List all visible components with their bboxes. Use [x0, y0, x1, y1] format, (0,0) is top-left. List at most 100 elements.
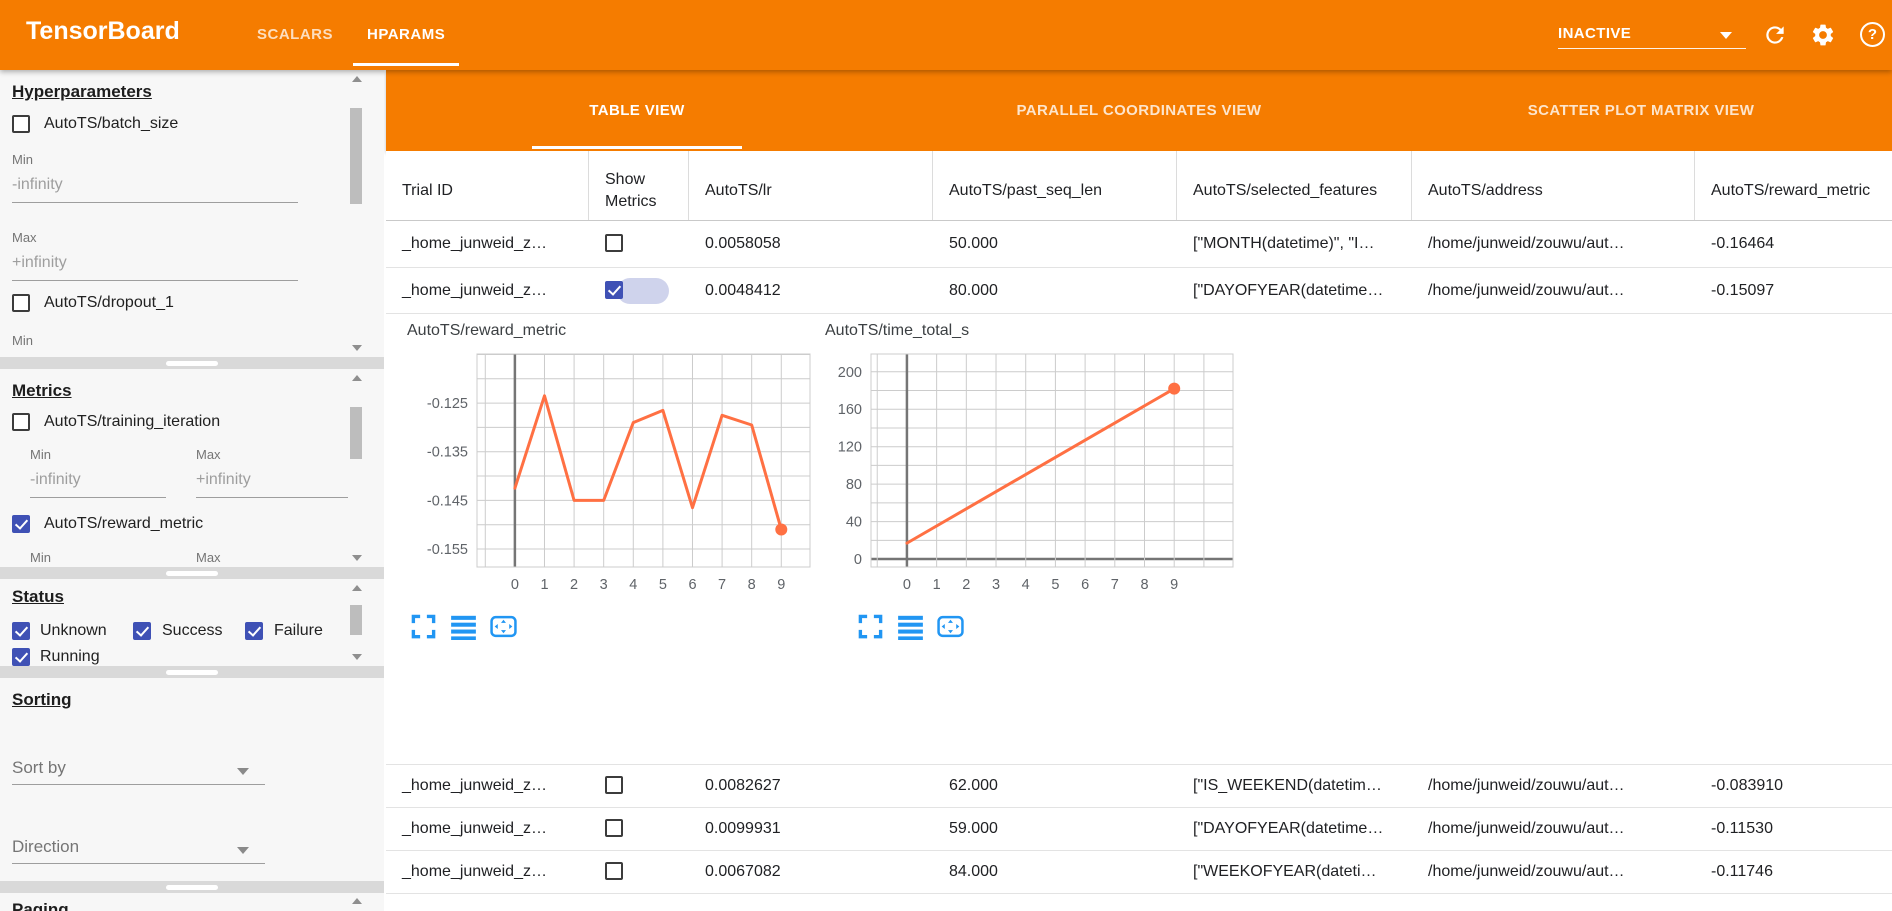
- svg-text:4: 4: [1022, 577, 1030, 593]
- sidebar-section-status: Status Unknown Success Failure Running: [0, 579, 384, 666]
- min-label: Min: [12, 333, 33, 348]
- cell-lr: 0.0058058: [689, 221, 933, 267]
- reward-metric-line-chart[interactable]: -0.125-0.135-0.145-0.1550123456789: [396, 347, 828, 602]
- max-input[interactable]: +infinity: [196, 471, 251, 489]
- table-row: _home_junweid_z… 0.0058058 50.000 ["MONT…: [386, 221, 1892, 268]
- svg-text:80: 80: [846, 477, 862, 493]
- checkbox-status-failure[interactable]: [245, 622, 263, 640]
- tab-scatter-plot-matrix-view[interactable]: SCATTER PLOT MATRIX VIEW: [1390, 70, 1892, 151]
- settings-gear-icon[interactable]: [1810, 22, 1836, 48]
- tab-table-view[interactable]: TABLE VIEW: [386, 70, 888, 151]
- cell-selected-features: ["DAYOFYEAR(datetime…: [1177, 268, 1412, 313]
- chart-title-time-total: AutoTS/time_total_s: [825, 322, 969, 340]
- show-metrics-checkbox[interactable]: [605, 281, 623, 299]
- hyperparameters-heading: Hyperparameters: [12, 82, 152, 102]
- svg-text:120: 120: [838, 440, 862, 456]
- time-total-line-chart[interactable]: 040801201602000123456789: [833, 347, 1251, 602]
- input-underline: [196, 497, 348, 498]
- run-status-dropdown[interactable]: INACTIVE: [1558, 0, 1746, 70]
- chevron-down-icon: [237, 847, 249, 854]
- svg-text:-0.155: -0.155: [427, 542, 468, 558]
- fullscreen-icon[interactable]: [410, 613, 437, 640]
- checkbox-batch-size[interactable]: [12, 115, 30, 133]
- checkbox-reward-metric[interactable]: [12, 515, 30, 533]
- svg-text:9: 9: [777, 577, 785, 593]
- checkbox-status-unknown[interactable]: [12, 622, 30, 640]
- tab-parallel-coordinates-view[interactable]: PARALLEL COORDINATES VIEW: [888, 70, 1390, 151]
- col-header-trial-id[interactable]: Trial ID: [386, 151, 589, 220]
- hparam-label: AutoTS/batch_size: [44, 115, 178, 133]
- cell-trial-id: _home_junweid_z…: [386, 268, 589, 313]
- view-data-lines-icon[interactable]: [897, 613, 924, 640]
- svg-text:8: 8: [748, 577, 756, 593]
- show-metrics-checkbox[interactable]: [605, 234, 623, 252]
- show-metrics-checkbox[interactable]: [605, 819, 623, 837]
- checkbox-status-running[interactable]: [12, 648, 30, 666]
- svg-text:-0.145: -0.145: [427, 493, 468, 509]
- cell-reward-metric: -0.11530: [1695, 808, 1892, 850]
- select-underline: [12, 784, 265, 785]
- svg-text:160: 160: [838, 402, 862, 418]
- select-underline: [12, 863, 265, 864]
- metrics-heading: Metrics: [12, 381, 72, 401]
- col-header-past-seq-len[interactable]: AutoTS/past_seq_len: [933, 151, 1177, 220]
- svg-text:2: 2: [962, 577, 970, 593]
- col-header-lr[interactable]: AutoTS/lr: [689, 151, 933, 220]
- cell-past-seq-len: 80.000: [933, 268, 1177, 313]
- cell-address: /home/junweid/zouwu/aut…: [1412, 268, 1695, 313]
- help-icon[interactable]: ?: [1860, 22, 1885, 47]
- col-header-show-metrics[interactable]: Show Metrics: [589, 151, 689, 220]
- nav-tab-hparams[interactable]: HPARAMS: [353, 0, 459, 70]
- status-heading: Status: [12, 587, 64, 607]
- show-metrics-checkbox[interactable]: [605, 862, 623, 880]
- view-data-lines-icon[interactable]: [450, 613, 477, 640]
- sidebar-section-metrics: Metrics AutoTS/training_iteration Min Ma…: [0, 369, 384, 567]
- pan-zoom-icon[interactable]: [937, 613, 964, 640]
- section-resize-handle[interactable]: [0, 666, 384, 678]
- dropdown-underline: [1558, 48, 1746, 49]
- input-underline: [12, 202, 298, 203]
- show-metrics-checkbox[interactable]: [605, 776, 623, 794]
- direction-select[interactable]: Direction: [12, 837, 79, 857]
- cell-selected-features: ["MONTH(datetime)", "I…: [1177, 221, 1412, 267]
- svg-text:0: 0: [511, 577, 519, 593]
- cell-trial-id: _home_junweid_z…: [386, 765, 589, 807]
- svg-text:4: 4: [629, 577, 637, 593]
- metric-label: AutoTS/reward_metric: [44, 515, 203, 533]
- checkbox-dropout-1[interactable]: [12, 294, 30, 312]
- cell-address: /home/junweid/zouwu/aut…: [1412, 851, 1695, 893]
- refresh-icon[interactable]: [1762, 22, 1788, 48]
- min-input[interactable]: -infinity: [12, 176, 63, 194]
- fullscreen-icon[interactable]: [857, 613, 884, 640]
- hparams-main-pane: TABLE VIEW PARALLEL COORDINATES VIEW SCA…: [386, 70, 1892, 911]
- section-resize-handle[interactable]: [0, 357, 384, 369]
- section-scrollbar[interactable]: [349, 893, 364, 911]
- table-row-expanded: _home_junweid_z… 0.0048412 80.000 ["DAYO…: [386, 268, 1892, 314]
- section-scrollbar[interactable]: [349, 70, 364, 357]
- min-input[interactable]: -infinity: [30, 471, 81, 489]
- max-input[interactable]: +infinity: [12, 254, 67, 272]
- status-label: Running: [40, 648, 100, 666]
- section-resize-handle[interactable]: [0, 567, 384, 579]
- max-label: Max: [196, 447, 221, 462]
- cell-selected-features: ["DAYOFYEAR(datetime…: [1177, 808, 1412, 850]
- sort-by-select[interactable]: Sort by: [12, 758, 66, 778]
- svg-text:0: 0: [854, 552, 862, 568]
- cell-selected-features: ["IS_WEEKEND(datetim…: [1177, 765, 1412, 807]
- checkbox-training-iteration[interactable]: [12, 413, 30, 431]
- svg-text:1: 1: [933, 577, 941, 593]
- section-scrollbar[interactable]: [349, 369, 364, 567]
- pan-zoom-icon[interactable]: [490, 613, 517, 640]
- col-header-reward-metric[interactable]: AutoTS/reward_metric: [1695, 151, 1892, 220]
- cell-lr: 0.0082627: [689, 765, 933, 807]
- checkbox-status-success[interactable]: [133, 622, 151, 640]
- section-resize-handle[interactable]: [0, 881, 384, 893]
- nav-tab-scalars[interactable]: SCALARS: [243, 0, 347, 70]
- col-header-selected-features[interactable]: AutoTS/selected_features: [1177, 151, 1412, 220]
- table-row: _home_junweid_z… 0.0099931 59.000 ["DAYO…: [386, 808, 1892, 851]
- svg-text:200: 200: [838, 365, 862, 381]
- svg-text:0: 0: [903, 577, 911, 593]
- section-scrollbar[interactable]: [349, 579, 364, 666]
- input-underline: [30, 497, 166, 498]
- col-header-address[interactable]: AutoTS/address: [1412, 151, 1695, 220]
